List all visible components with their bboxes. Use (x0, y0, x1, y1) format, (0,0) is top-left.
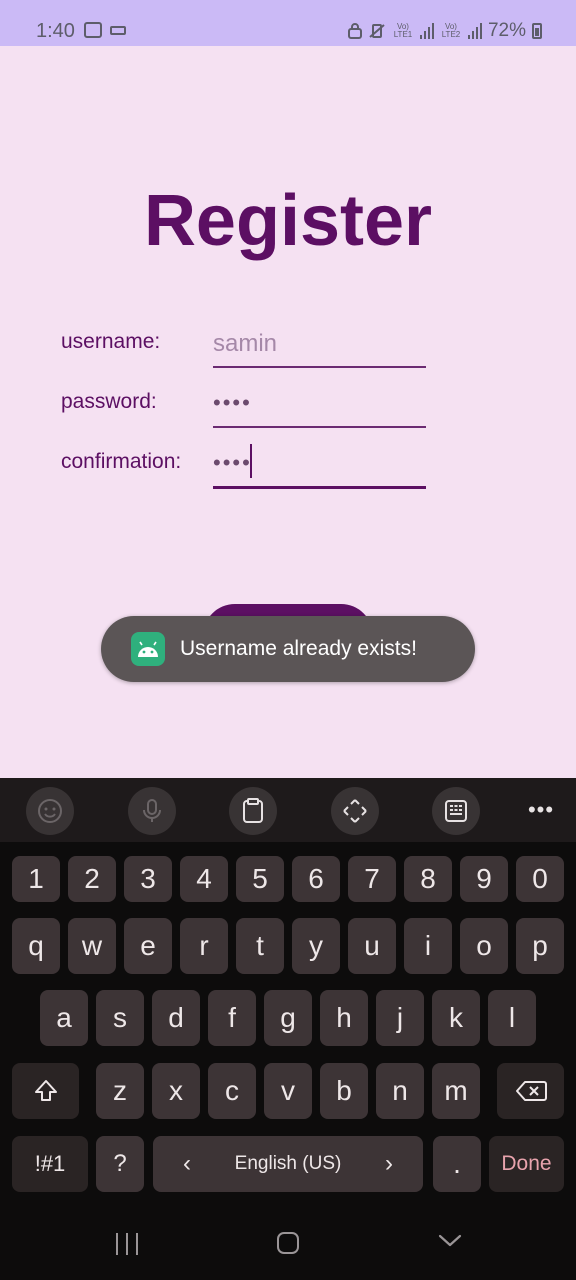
clipboard-icon[interactable] (229, 787, 277, 835)
confirmation-value: •••• (213, 450, 252, 475)
page-title: Register (143, 181, 433, 261)
key-i[interactable]: i (404, 918, 452, 974)
key-k[interactable]: k (432, 990, 480, 1046)
key-g[interactable]: g (264, 990, 312, 1046)
key-e[interactable]: e (124, 918, 172, 974)
key-f[interactable]: f (208, 990, 256, 1046)
confirmation-label: confirmation: (61, 450, 182, 473)
key-l[interactable]: l (488, 990, 536, 1046)
key-p[interactable]: p (516, 918, 564, 974)
key-h[interactable]: h (320, 990, 368, 1046)
key-t[interactable]: t (236, 918, 284, 974)
key-n[interactable]: n (376, 1063, 424, 1119)
username-label: username: (61, 330, 161, 353)
key-x[interactable]: x (152, 1063, 200, 1119)
key-q[interactable]: q (12, 918, 60, 974)
battery-icon (532, 23, 542, 39)
recents-icon[interactable] (116, 1233, 138, 1255)
username-field[interactable]: samin (213, 328, 426, 368)
key-b[interactable]: b (320, 1063, 368, 1119)
key-d[interactable]: d (152, 990, 200, 1046)
key-7[interactable]: 7 (348, 856, 396, 902)
key-8[interactable]: 8 (404, 856, 452, 902)
password-field[interactable]: •••• (213, 388, 426, 428)
key-4[interactable]: 4 (180, 856, 228, 902)
more-icon[interactable]: ••• (521, 799, 561, 821)
space-label: English (US) (234, 1153, 342, 1174)
cursor-control-icon[interactable] (331, 787, 379, 835)
space-arrow-right: › (385, 1150, 393, 1177)
home-icon[interactable] (277, 1232, 299, 1254)
battery-percent: 72% (487, 20, 526, 41)
done-key[interactable]: Done (489, 1136, 564, 1192)
key-y[interactable]: y (292, 918, 340, 974)
key-c[interactable]: c (208, 1063, 256, 1119)
status-time: 1:40 (36, 20, 75, 42)
backspace-icon[interactable] (497, 1063, 564, 1119)
signal-icon (419, 23, 434, 39)
keyboard-toolbar (0, 778, 576, 842)
signal-icon (467, 23, 482, 39)
key-5[interactable]: 5 (236, 856, 284, 902)
keypad-icon[interactable] (432, 787, 480, 835)
key-m[interactable]: m (432, 1063, 480, 1119)
emoji-icon[interactable] (26, 787, 74, 835)
toast: Username already exists! (101, 616, 475, 682)
lock-icon (347, 23, 362, 39)
password-label: password: (61, 390, 157, 413)
key-w[interactable]: w (68, 918, 116, 974)
network2-label: Vo) LTE2 (441, 22, 461, 39)
key-2[interactable]: 2 (68, 856, 116, 902)
key-u[interactable]: u (348, 918, 396, 974)
confirmation-field[interactable]: •••• (213, 444, 426, 489)
space-bar[interactable]: ‹ English (US) › (153, 1136, 423, 1192)
question-key[interactable]: ? (96, 1136, 144, 1192)
symbols-key[interactable]: !#1 (12, 1136, 88, 1192)
status-bar: 1:40 Vo) LTE1 Vo) LTE2 72% (0, 0, 576, 46)
key-9[interactable]: 9 (460, 856, 508, 902)
network1-label: Vo) LTE1 (393, 22, 413, 39)
password-value: •••• (213, 390, 252, 415)
key-v[interactable]: v (264, 1063, 312, 1119)
gallery-icon (84, 22, 102, 38)
key-j[interactable]: j (376, 990, 424, 1046)
key-o[interactable]: o (460, 918, 508, 974)
username-value: samin (213, 330, 278, 357)
key-1[interactable]: 1 (12, 856, 60, 902)
vibrate-icon (369, 24, 385, 38)
keyboard-notification-icon (110, 26, 126, 35)
key-3[interactable]: 3 (124, 856, 172, 902)
key-0[interactable]: 0 (516, 856, 564, 902)
text-cursor (250, 444, 252, 478)
shift-icon[interactable] (12, 1063, 79, 1119)
key-z[interactable]: z (96, 1063, 144, 1119)
status-indicators: Vo) LTE1 Vo) LTE2 72% (347, 20, 542, 42)
key-s[interactable]: s (96, 990, 144, 1046)
period-key[interactable]: . (433, 1136, 481, 1192)
key-r[interactable]: r (180, 918, 228, 974)
toast-message: Username already exists! (180, 637, 417, 660)
microphone-icon[interactable] (128, 787, 176, 835)
android-icon (131, 632, 165, 666)
key-6[interactable]: 6 (292, 856, 340, 902)
key-a[interactable]: a (40, 990, 88, 1046)
space-arrow-left: ‹ (183, 1150, 191, 1177)
back-icon[interactable] (438, 1228, 462, 1252)
